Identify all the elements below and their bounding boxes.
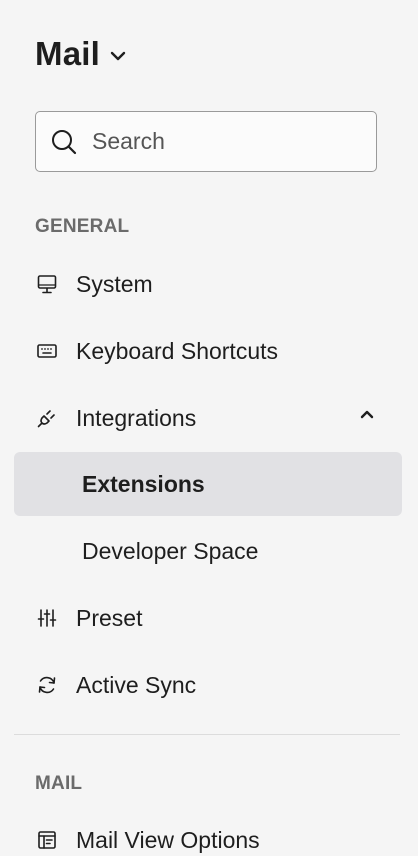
chevron-up-icon[interactable] [359, 408, 375, 420]
search-input[interactable] [92, 128, 352, 155]
nav-label-keyboard-shortcuts: Keyboard Shortcuts [76, 337, 279, 364]
chevron-down-icon [110, 51, 126, 61]
nav-item-active-sync[interactable]: Active Sync [14, 653, 402, 717]
nav-label-preset: Preset [76, 604, 143, 631]
nav-label-mail-view-options: Mail View Options [76, 826, 260, 853]
nav-label-active-sync: Active Sync [76, 671, 197, 698]
nav-item-system[interactable]: System [14, 252, 402, 316]
section-divider [14, 734, 400, 735]
nav-item-keyboard-shortcuts[interactable]: Keyboard Shortcuts [14, 319, 402, 383]
search-box[interactable] [35, 111, 377, 172]
monitor-icon [35, 272, 59, 296]
nav-label-integrations: Integrations [76, 404, 197, 431]
keyboard-icon [35, 339, 59, 363]
section-general: GENERAL [35, 216, 130, 237]
nav-item-integrations[interactable]: Integrations [14, 386, 402, 450]
layout-icon [35, 828, 59, 852]
section-mail: MAIL [35, 773, 83, 794]
app-switcher[interactable]: Mail [35, 32, 126, 76]
nav-item-extensions[interactable]: Extensions [14, 452, 402, 516]
nav-item-preset[interactable]: Preset [14, 586, 402, 650]
settings-sidebar: Mail GENERAL System [0, 0, 418, 856]
sliders-icon [35, 606, 59, 630]
nav-label-extensions: Extensions [82, 470, 205, 497]
plug-icon [35, 406, 59, 430]
nav-item-mail-view-options[interactable]: Mail View Options [14, 808, 402, 856]
nav-label-system: System [76, 270, 153, 297]
app-title: Mail [35, 35, 100, 72]
sync-icon [35, 673, 59, 697]
nav-item-developer-space[interactable]: Developer Space [14, 519, 402, 583]
nav-label-developer-space: Developer Space [82, 537, 259, 564]
search-icon [52, 129, 77, 154]
